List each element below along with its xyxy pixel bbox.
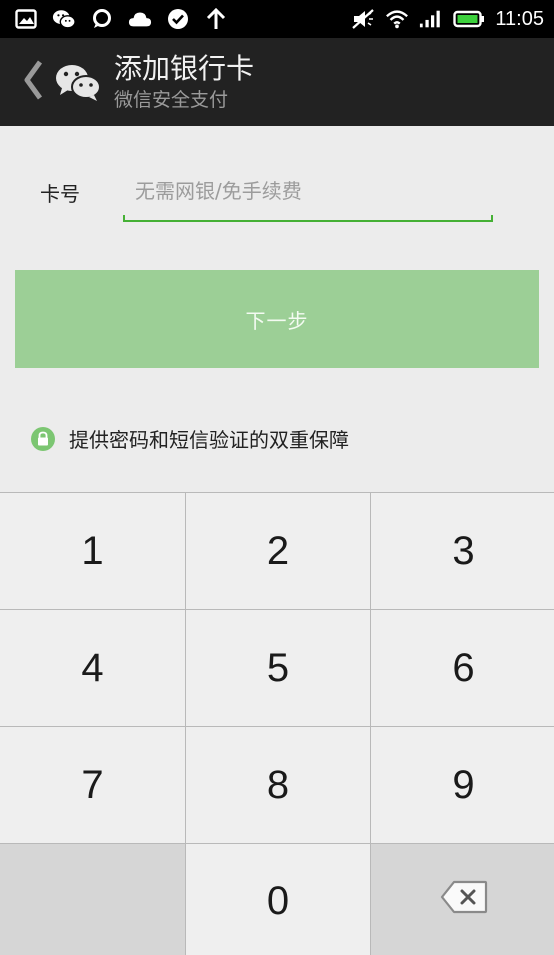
status-bar: 11:05 — [0, 0, 554, 38]
cloud-icon — [128, 7, 152, 31]
status-left-icons — [14, 7, 228, 31]
security-note-text: 提供密码和短信验证的双重保障 — [69, 428, 349, 452]
key-9[interactable]: 9 — [371, 727, 554, 843]
card-number-field-wrap — [123, 162, 493, 224]
gallery-icon — [14, 7, 38, 31]
status-right-icons: 11:05 — [351, 7, 544, 31]
key-8[interactable]: 8 — [186, 727, 370, 843]
numeric-keypad: 1 2 3 4 5 6 7 8 9 0 — [0, 492, 554, 955]
backspace-icon — [440, 879, 488, 924]
form-area: 卡号 下一步 提供密码和短信验证的双重保障 — [0, 126, 554, 492]
key-3[interactable]: 3 — [371, 493, 554, 609]
key-blank — [0, 844, 185, 955]
key-0[interactable]: 0 — [186, 844, 370, 955]
key-1[interactable]: 1 — [0, 493, 185, 609]
security-note: 提供密码和短信验证的双重保障 — [31, 424, 349, 453]
chat-bubble-icon — [90, 7, 114, 31]
key-7[interactable]: 7 — [0, 727, 185, 843]
next-step-button[interactable]: 下一步 — [15, 270, 539, 368]
lock-icon — [31, 426, 55, 451]
backspace-key[interactable] — [371, 844, 554, 955]
card-number-label: 卡号 — [40, 182, 80, 206]
key-5[interactable]: 5 — [186, 610, 370, 726]
signal-icon — [419, 7, 443, 31]
chevron-left-icon — [22, 60, 44, 104]
wifi-icon — [385, 7, 409, 31]
header-text: 添加银行卡 微信安全支付 — [114, 52, 254, 112]
key-2[interactable]: 2 — [186, 493, 370, 609]
page-subtitle: 微信安全支付 — [114, 89, 229, 111]
wechat-notification-icon — [52, 7, 76, 31]
back-button[interactable] — [0, 38, 50, 126]
battery-icon — [453, 7, 485, 31]
status-time: 11:05 — [495, 7, 544, 30]
upload-arrow-icon — [204, 7, 228, 31]
key-4[interactable]: 4 — [0, 610, 185, 726]
mute-icon — [351, 7, 375, 31]
check-circle-icon — [166, 7, 190, 31]
wechat-logo-icon — [54, 62, 102, 102]
card-number-input[interactable] — [123, 162, 493, 220]
header: 添加银行卡 微信安全支付 — [0, 38, 554, 126]
input-underline — [123, 215, 493, 222]
key-6[interactable]: 6 — [371, 610, 554, 726]
page-title: 添加银行卡 — [114, 52, 255, 85]
